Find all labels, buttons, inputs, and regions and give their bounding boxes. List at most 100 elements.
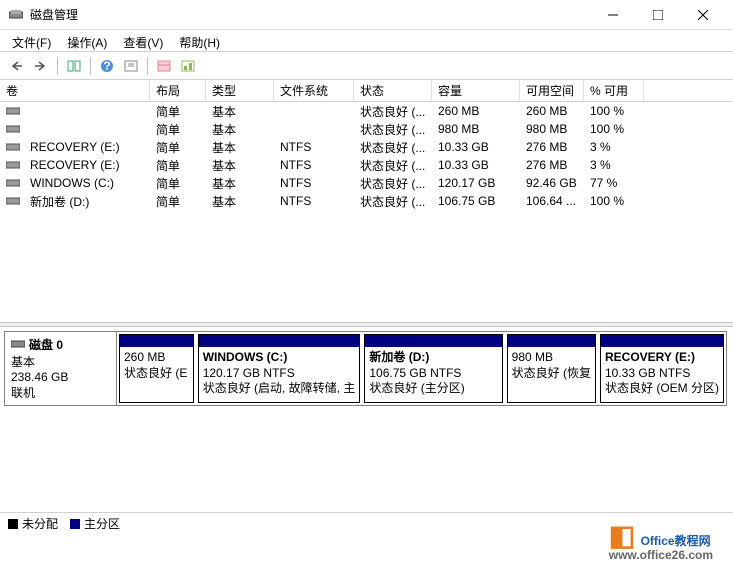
table-row[interactable]: 简单基本状态良好 (...260 MB260 MB100 % (0, 102, 733, 120)
menu-file[interactable]: 文件(F) (4, 32, 59, 49)
partition-status: 状态良好 (主分区) (369, 381, 497, 397)
disk-row[interactable]: 磁盘 0 基本 238.46 GB 联机 260 MB状态良好 (EWINDOW… (4, 331, 727, 406)
partition-size: 260 MB (124, 350, 189, 366)
partition[interactable]: 980 MB状态良好 (恢复 (507, 334, 596, 403)
cell-type: 基本 (206, 192, 274, 211)
partition-color-bar (601, 335, 723, 347)
cell-free: 276 MB (520, 157, 584, 173)
cell-fs: NTFS (274, 193, 354, 209)
table-row[interactable]: WINDOWS (C:)简单基本NTFS状态良好 (...120.17 GB92… (0, 174, 733, 192)
partition[interactable]: WINDOWS (C:)120.17 GB NTFS状态良好 (启动, 故障转储… (198, 334, 361, 403)
cell-fs (274, 110, 354, 112)
forward-button[interactable] (30, 55, 52, 77)
svg-text:?: ? (103, 59, 110, 73)
cell-type: 基本 (206, 102, 274, 121)
col-filesystem[interactable]: 文件系统 (274, 80, 354, 101)
col-type[interactable]: 类型 (206, 80, 274, 101)
cell-name (24, 110, 150, 112)
disk-label: 磁盘 0 (29, 336, 63, 353)
back-button[interactable] (6, 55, 28, 77)
volume-list-header: 卷 布局 类型 文件系统 状态 容量 可用空间 % 可用 (0, 80, 733, 102)
list-view-button[interactable] (153, 55, 175, 77)
cell-pct: 77 % (584, 175, 644, 191)
cell-type: 基本 (206, 120, 274, 139)
volume-icon (0, 196, 24, 206)
cell-free: 106.64 ... (520, 193, 584, 209)
cell-layout: 简单 (150, 174, 206, 193)
toolbar-separator (90, 57, 91, 75)
partition-size: 10.33 GB NTFS (605, 366, 719, 382)
cell-fs: NTFS (274, 175, 354, 191)
table-row[interactable]: 简单基本状态良好 (...980 MB980 MB100 % (0, 120, 733, 138)
refresh-button[interactable] (120, 55, 142, 77)
graphical-view-button[interactable] (177, 55, 199, 77)
disk-icon (11, 338, 25, 352)
menu-action[interactable]: 操作(A) (59, 32, 115, 49)
watermark: ◧ Office教程网 www.office26.com (609, 519, 713, 562)
maximize-button[interactable] (635, 1, 680, 29)
app-icon (8, 7, 24, 23)
partition[interactable]: RECOVERY (E:)10.33 GB NTFS状态良好 (OEM 分区) (600, 334, 724, 403)
volume-icon (0, 142, 24, 152)
cell-fs (274, 128, 354, 130)
partition-body: 980 MB状态良好 (恢复 (508, 347, 595, 402)
cell-layout: 简单 (150, 120, 206, 139)
cell-cap: 10.33 GB (432, 157, 520, 173)
col-status[interactable]: 状态 (354, 80, 432, 101)
partition-status: 状态良好 (恢复 (512, 366, 591, 382)
toolbar-separator (147, 57, 148, 75)
partition-size: 106.75 GB NTFS (369, 366, 497, 382)
titlebar: 磁盘管理 (0, 0, 733, 30)
cell-pct: 3 % (584, 157, 644, 173)
cell-cap: 10.33 GB (432, 139, 520, 155)
cell-status: 状态良好 (... (354, 174, 432, 193)
menu-help[interactable]: 帮助(H) (171, 32, 228, 49)
cell-status: 状态良好 (... (354, 156, 432, 175)
partition-color-bar (120, 335, 193, 347)
col-pctfree[interactable]: % 可用 (584, 80, 644, 101)
partition-size: 120.17 GB NTFS (203, 366, 356, 382)
table-row[interactable]: RECOVERY (E:)简单基本NTFS状态良好 (...10.33 GB27… (0, 138, 733, 156)
window-controls (590, 1, 725, 29)
volume-icon (0, 160, 24, 170)
split-view-button[interactable] (63, 55, 85, 77)
volume-icon (0, 178, 24, 188)
partition[interactable]: 新加卷 (D:)106.75 GB NTFS状态良好 (主分区) (364, 334, 502, 403)
cell-cap: 106.75 GB (432, 193, 520, 209)
cell-cap: 260 MB (432, 103, 520, 119)
cell-status: 状态良好 (... (354, 192, 432, 211)
close-button[interactable] (680, 1, 725, 29)
toolbar: ? (0, 52, 733, 80)
cell-pct: 100 % (584, 103, 644, 119)
col-free[interactable]: 可用空间 (520, 80, 584, 101)
partition[interactable]: 260 MB状态良好 (E (119, 334, 194, 403)
partition-body: WINDOWS (C:)120.17 GB NTFS状态良好 (启动, 故障转储… (199, 347, 360, 402)
cell-name: RECOVERY (E:) (24, 157, 150, 173)
watermark-logo: ◧ (609, 520, 635, 551)
cell-status: 状态良好 (... (354, 120, 432, 139)
legend-unallocated: 未分配 (8, 515, 58, 532)
cell-name: 新加卷 (D:) (24, 192, 150, 211)
cell-free: 980 MB (520, 121, 584, 137)
partition-color-bar (508, 335, 595, 347)
menubar: 文件(F) 操作(A) 查看(V) 帮助(H) (0, 30, 733, 52)
col-capacity[interactable]: 容量 (432, 80, 520, 101)
col-volume[interactable]: 卷 (0, 80, 150, 101)
partition-status: 状态良好 (启动, 故障转储, 主 (203, 381, 356, 397)
cell-layout: 简单 (150, 156, 206, 175)
partition-title: 新加卷 (D:) (369, 350, 497, 366)
col-layout[interactable]: 布局 (150, 80, 206, 101)
table-row[interactable]: 新加卷 (D:)简单基本NTFS状态良好 (...106.75 GB106.64… (0, 192, 733, 210)
disk-size: 238.46 GB (11, 370, 110, 384)
legend-square-black (8, 519, 18, 529)
minimize-button[interactable] (590, 1, 635, 29)
toolbar-separator (57, 57, 58, 75)
legend-primary: 主分区 (70, 515, 120, 532)
disk-state: 联机 (11, 384, 110, 401)
disk-info: 磁盘 0 基本 238.46 GB 联机 (5, 332, 117, 405)
table-row[interactable]: RECOVERY (E:)简单基本NTFS状态良好 (...10.33 GB27… (0, 156, 733, 174)
help-button[interactable]: ? (96, 55, 118, 77)
cell-layout: 简单 (150, 102, 206, 121)
partition-title: RECOVERY (E:) (605, 350, 719, 366)
menu-view[interactable]: 查看(V) (115, 32, 171, 49)
